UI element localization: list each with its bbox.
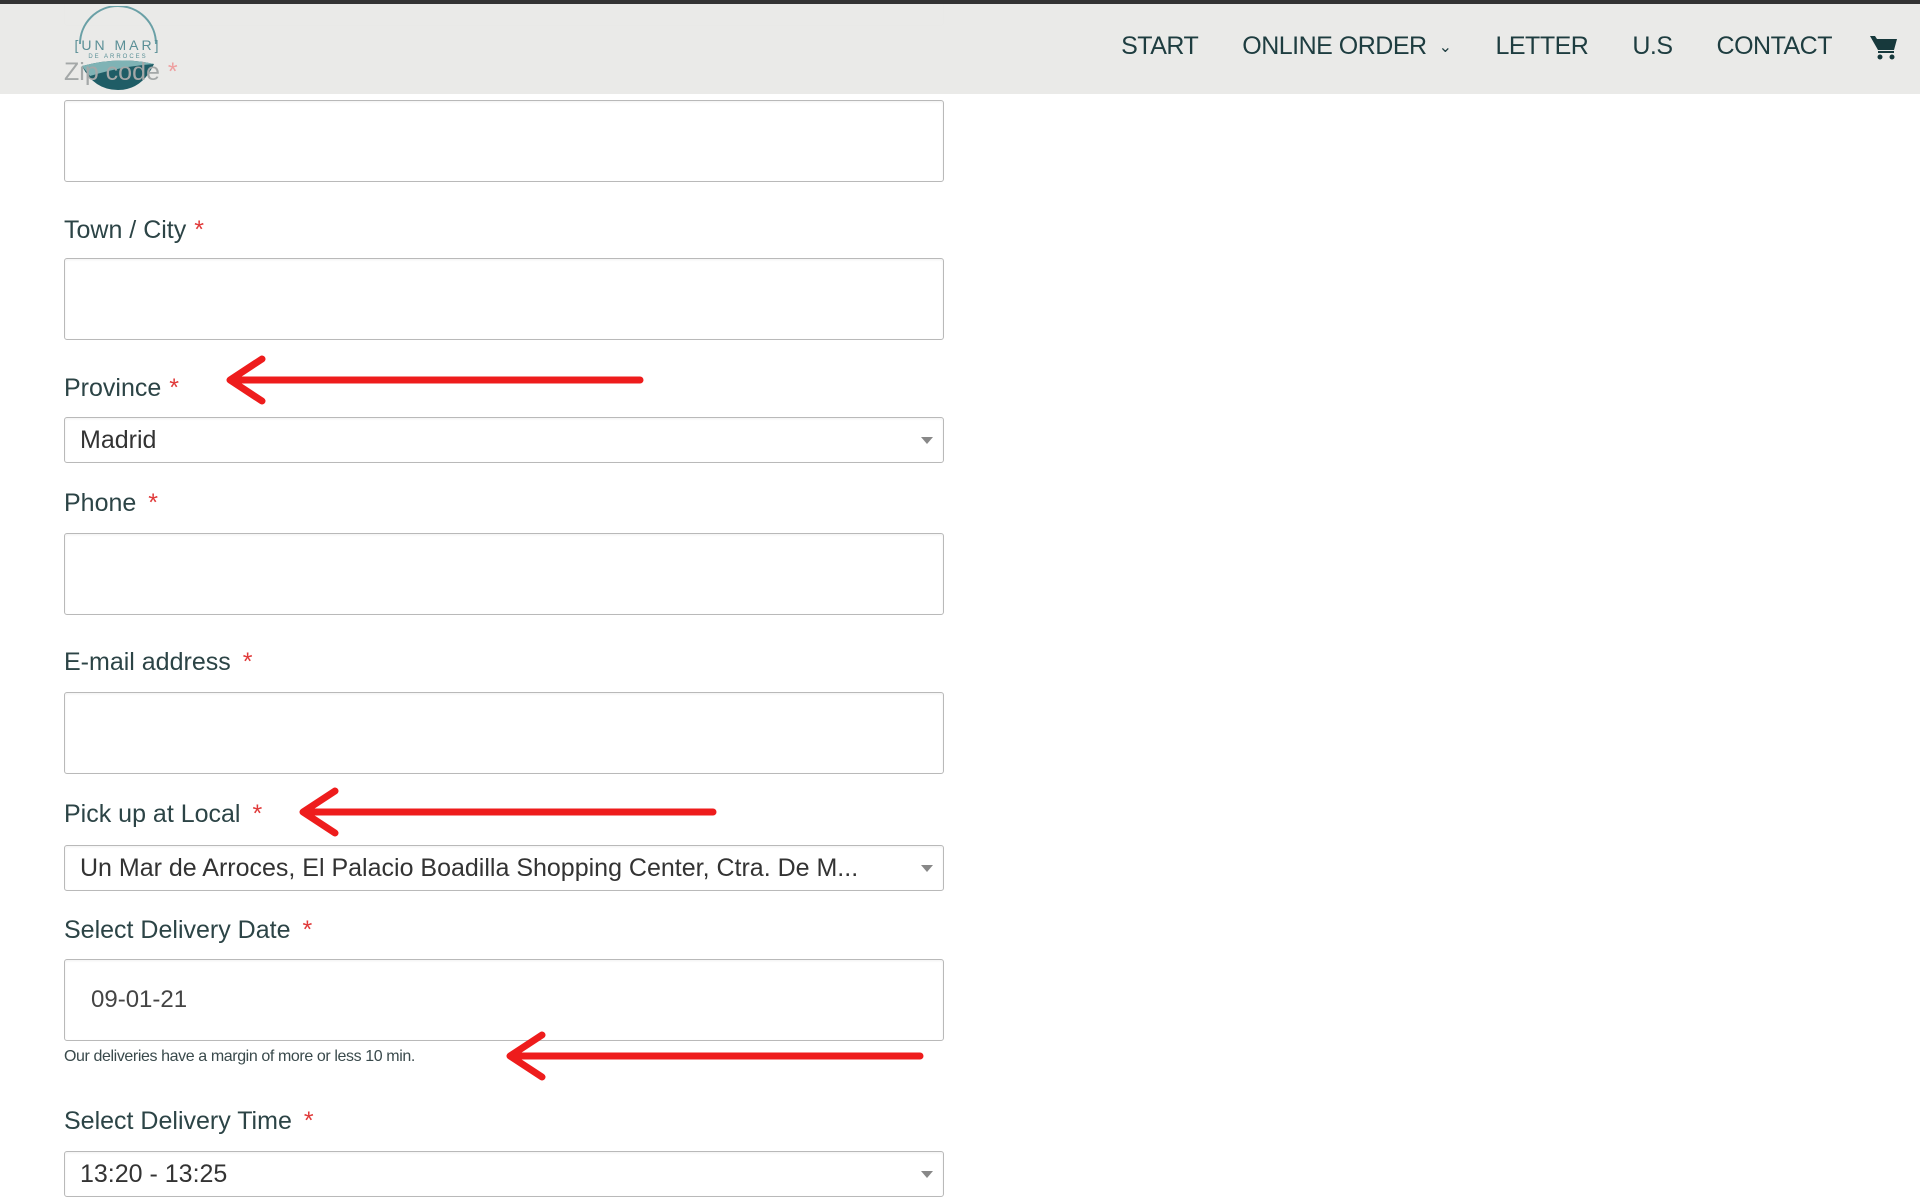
phone-input[interactable] bbox=[64, 533, 944, 615]
window-top-border bbox=[0, 0, 1920, 4]
shopping-cart-icon[interactable] bbox=[1870, 34, 1898, 60]
dropdown-arrow-icon bbox=[921, 1171, 933, 1178]
nav-online-order[interactable]: ONLINE ORDER ⌄ bbox=[1242, 32, 1452, 61]
annotation-arrow-delivery-note bbox=[506, 1031, 924, 1081]
dropdown-arrow-icon bbox=[921, 865, 933, 872]
chevron-down-icon: ⌄ bbox=[1438, 38, 1452, 56]
delivery-note: Our deliveries have a margin of more or … bbox=[64, 1048, 415, 1065]
nav-contact[interactable]: CONTACT bbox=[1717, 32, 1833, 61]
svg-text:[UN MAR]: [UN MAR] bbox=[75, 37, 162, 53]
dropdown-arrow-icon bbox=[921, 437, 933, 444]
delivery-time-label: Select Delivery Time * bbox=[64, 1107, 314, 1135]
town-input[interactable] bbox=[64, 258, 944, 340]
delivery-time-select[interactable]: 13:20 - 13:25 bbox=[64, 1151, 944, 1197]
nav-letter[interactable]: LETTER bbox=[1495, 32, 1588, 61]
nav-us[interactable]: U.S bbox=[1632, 32, 1673, 61]
annotation-arrow-pickup bbox=[299, 787, 717, 837]
zip-input[interactable] bbox=[64, 100, 944, 182]
delivery-date-label: Select Delivery Date * bbox=[64, 916, 313, 944]
town-label: Town / City * bbox=[64, 216, 204, 244]
province-label: Province * bbox=[64, 374, 179, 402]
email-input[interactable] bbox=[64, 692, 944, 774]
annotation-arrow-province bbox=[226, 355, 644, 405]
province-select[interactable]: Madrid bbox=[64, 417, 944, 463]
phone-label: Phone * bbox=[64, 489, 159, 517]
main-nav: START ONLINE ORDER ⌄ LETTER U.S CONTACT bbox=[1077, 32, 1898, 61]
email-label: E-mail address * bbox=[64, 648, 253, 676]
site-header: [UN MAR] DE ARROCES START ONLINE ORDER ⌄ … bbox=[0, 0, 1920, 94]
zip-label: Zip code * bbox=[64, 58, 178, 86]
pickup-label: Pick up at Local * bbox=[64, 800, 263, 828]
pickup-location-select[interactable]: Un Mar de Arroces, El Palacio Boadilla S… bbox=[64, 845, 944, 891]
nav-start[interactable]: START bbox=[1121, 32, 1199, 61]
delivery-date-input[interactable]: 09-01-21 bbox=[64, 959, 944, 1041]
